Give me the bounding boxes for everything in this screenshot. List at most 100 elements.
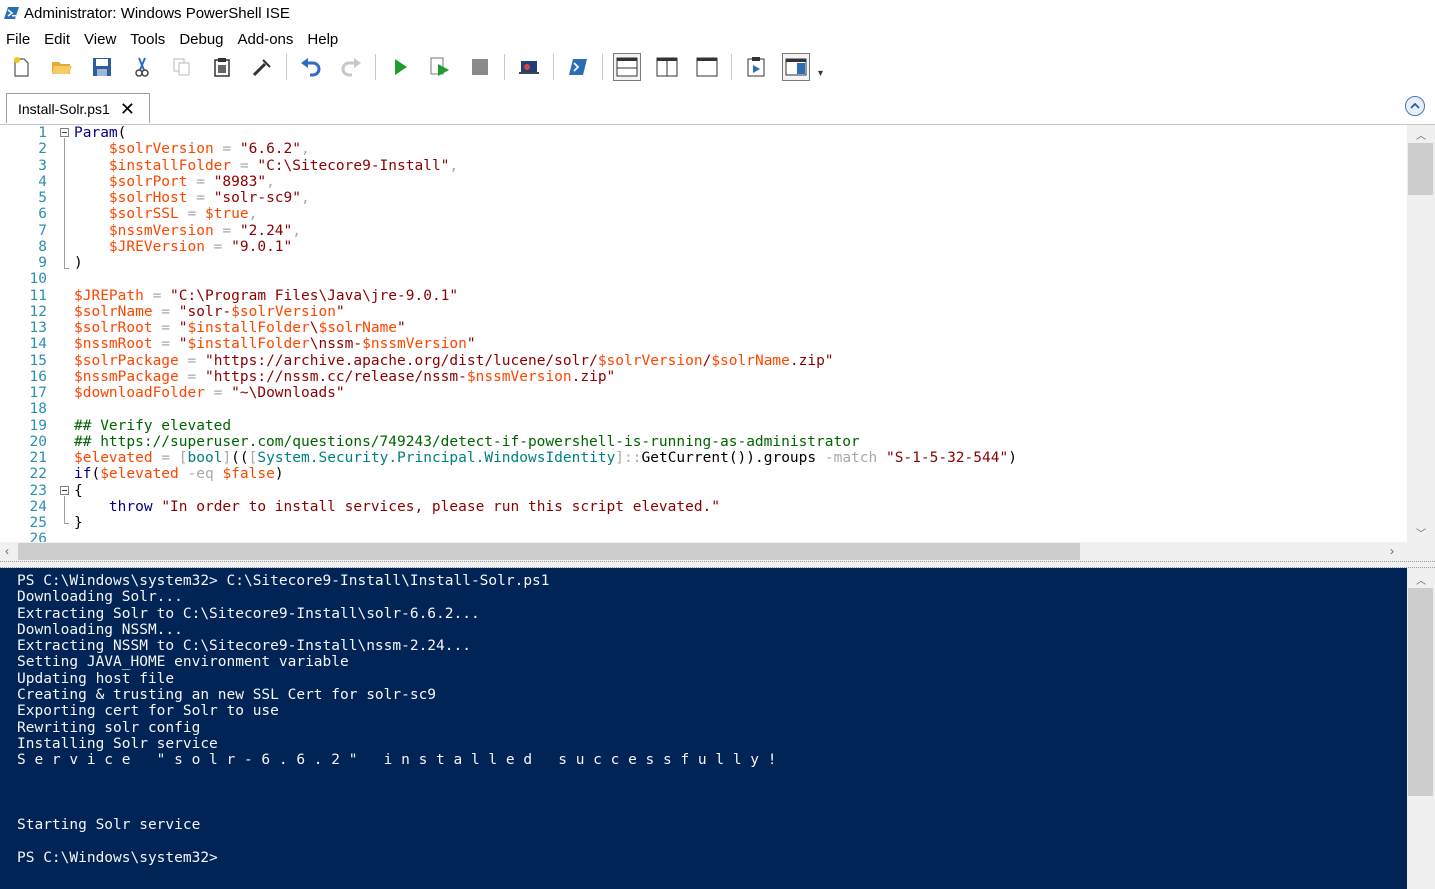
- scrollbar-thumb[interactable]: [1408, 143, 1433, 195]
- save-icon: [93, 58, 111, 76]
- code-line: $solrHost = "solr-sc9",: [74, 190, 1017, 206]
- editor-horizontal-scrollbar[interactable]: ‹ ›: [0, 542, 1407, 561]
- code-line: $nssmPackage = "https://nssm.cc/release/…: [74, 369, 1017, 385]
- remote-powershell-icon: [519, 61, 539, 74]
- code-token: =: [187, 173, 214, 190]
- code-token: /: [702, 352, 712, 369]
- code-token: ,: [292, 222, 302, 239]
- console-vertical-scrollbar[interactable]: ︿: [1407, 568, 1435, 889]
- menu-tools[interactable]: Tools: [124, 31, 173, 48]
- script-editor[interactable]: 1 2 3 4 5 6 7 8 9 10 11 12 13 14 15 16 17 18 19 20 21 22 23 24 2…: [0, 125, 1407, 542]
- menu-add-ons[interactable]: Add-ons: [232, 31, 302, 48]
- scroll-right-icon[interactable]: ›: [1390, 544, 1394, 558]
- code-token: =: [152, 336, 179, 353]
- code-token: $solrName: [711, 352, 790, 369]
- code-token: $nssmVersion: [466, 368, 572, 385]
- code-line: $solrVersion = "6.6.2",: [74, 141, 1017, 157]
- console-output: PS C:\Windows\system32> C:\Sitecore9-Ins…: [17, 573, 777, 866]
- scrollbar-thumb[interactable]: [18, 543, 1080, 560]
- redo-button[interactable]: [337, 53, 365, 81]
- code-token: (: [91, 466, 101, 483]
- scroll-up-icon[interactable]: ︿: [1407, 572, 1435, 587]
- pane-splitter[interactable]: [0, 561, 1435, 568]
- code-token: =: [231, 157, 258, 174]
- code-line: $JREPath = "C:\Program Files\Java\jre-9.…: [74, 288, 1017, 304]
- undo-button[interactable]: [297, 53, 325, 81]
- code-token: $solrVersion: [231, 303, 336, 320]
- line-number: 25: [29, 515, 47, 531]
- code-token: ]::: [615, 450, 642, 466]
- code-line: ): [74, 255, 1017, 271]
- menu-help[interactable]: Help: [301, 31, 346, 48]
- show-script-pane-right-button[interactable]: [653, 53, 681, 81]
- code-token: =: [152, 450, 179, 466]
- line-number: 3: [38, 157, 47, 174]
- console-pane[interactable]: PS C:\Windows\system32> C:\Sitecore9-Ins…: [0, 568, 1407, 889]
- code-token: $true: [204, 206, 249, 223]
- code-token: =: [178, 352, 205, 369]
- code-area: Param( $solrVersion = "6.6.2", $installF…: [74, 125, 1017, 542]
- start-powershell-button[interactable]: [564, 53, 592, 81]
- menu-edit[interactable]: Edit: [38, 31, 78, 48]
- menu-debug[interactable]: Debug: [173, 31, 231, 48]
- code-token: =: [204, 385, 232, 401]
- show-command-add-on-button[interactable]: [782, 53, 810, 81]
- fold-toggle[interactable]: [60, 486, 69, 495]
- cut-button[interactable]: [128, 53, 156, 81]
- run-selection-button[interactable]: [426, 53, 454, 81]
- show-script-pane-top-button[interactable]: [613, 53, 641, 81]
- console-line: Installing Solr service: [17, 735, 218, 752]
- open-icon: [52, 62, 72, 74]
- code-token: ((: [231, 450, 249, 466]
- new-button[interactable]: [8, 53, 36, 81]
- save-button[interactable]: [88, 53, 116, 81]
- run-script-button[interactable]: [386, 53, 414, 81]
- line-number-gutter: 1 2 3 4 5 6 7 8 9 10 11 12 13 14 15 16 17 18 19 20 21 22 23 24 2…: [0, 125, 50, 542]
- scroll-up-icon[interactable]: ︿: [1407, 127, 1435, 142]
- paste-button[interactable]: [208, 53, 236, 81]
- code-token: System.Security.Principal.WindowsIdentit…: [257, 450, 616, 466]
- tab-label: Install-Solr.ps1: [18, 100, 110, 117]
- close-icon[interactable]: ✕: [120, 100, 135, 118]
- stop-button[interactable]: [466, 53, 494, 81]
- menu-view[interactable]: View: [78, 31, 124, 48]
- menu-file[interactable]: File: [0, 31, 38, 48]
- tab-install-solr[interactable]: Install-Solr.ps1 ✕: [6, 93, 150, 123]
- toolbar-separator: [602, 54, 603, 80]
- toolbar-overflow-icon[interactable]: ▾: [818, 68, 823, 79]
- code-token: "solr-: [178, 303, 232, 320]
- open-button[interactable]: [48, 53, 76, 81]
- code-token: groups: [763, 450, 817, 466]
- show-command-window-button[interactable]: [742, 53, 770, 81]
- show-script-pane-maximized-button[interactable]: [693, 53, 721, 81]
- scroll-down-icon[interactable]: ﹀: [1407, 525, 1435, 540]
- code-token: $false: [222, 466, 275, 483]
- editor-vertical-scrollbar[interactable]: ︿ ﹀: [1407, 125, 1435, 542]
- fold-toggle[interactable]: [60, 128, 69, 137]
- code-token: -eq: [178, 466, 223, 483]
- code-token: $solrVersion: [597, 352, 703, 369]
- code-line: throw "In order to install services, ple…: [74, 499, 1017, 515]
- code-line: ## https://superuser.com/questions/74924…: [74, 434, 1017, 450]
- code-token: ): [74, 255, 83, 271]
- code-token: "solr-sc9": [213, 190, 302, 206]
- console-line: Rewriting solr config: [17, 719, 201, 736]
- copy-button[interactable]: [168, 53, 196, 81]
- line-number: 17: [29, 385, 47, 401]
- code-line: $solrPackage = "https://archive.apache.o…: [74, 353, 1017, 369]
- code-line: $nssmRoot = "$installFolder\nssm-$nssmVe…: [74, 336, 1017, 352]
- scroll-left-icon[interactable]: ‹: [5, 544, 9, 558]
- new-remote-powershell-tab-button[interactable]: [515, 53, 543, 81]
- code-token: ## Verify elevated: [74, 417, 232, 434]
- scrollbar-thumb[interactable]: [1408, 588, 1433, 796]
- run-icon: [395, 59, 407, 75]
- code-token: =: [213, 222, 240, 239]
- code-token: ": [178, 336, 188, 353]
- collapse-script-pane-button[interactable]: [1405, 96, 1425, 116]
- code-token: =: [178, 368, 205, 385]
- clear-console-button[interactable]: [248, 53, 276, 81]
- code-token: "https://archive.apache.org/dist/lucene/…: [204, 352, 598, 369]
